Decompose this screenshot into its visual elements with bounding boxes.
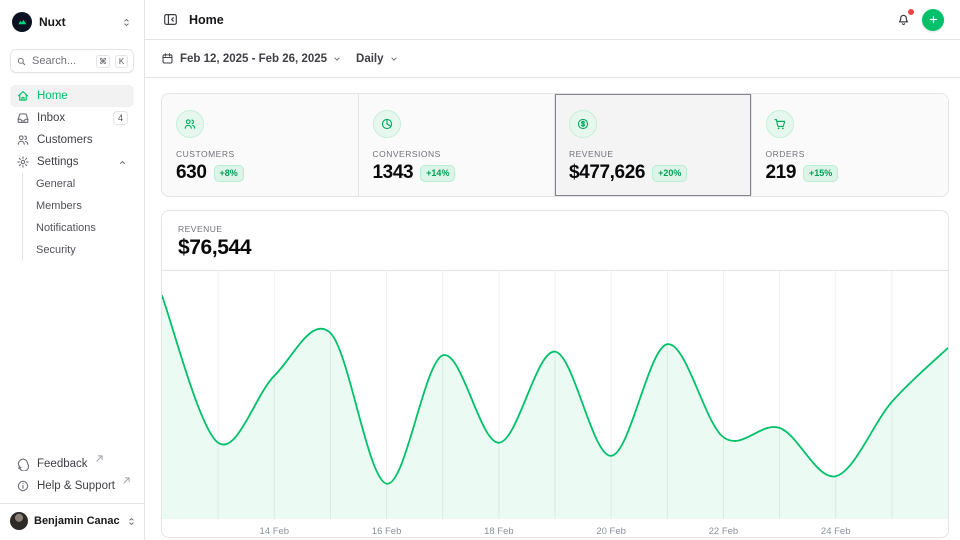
revenue-area-chart: 14 Feb 16 Feb 18 Feb 20 Feb 22 Feb 24 Feb	[162, 271, 948, 538]
granularity-label: Daily	[356, 53, 384, 65]
stat-label: REVENUE	[569, 149, 737, 159]
sidebar-item-label: Home	[37, 90, 128, 102]
stat-value: 1343	[373, 162, 414, 184]
kbd-k: K	[115, 55, 128, 68]
sidebar-item-inbox[interactable]: Inbox 4	[10, 107, 134, 129]
info-circle-icon	[16, 479, 30, 493]
filters-toolbar: Feb 12, 2025 - Feb 26, 2025 Daily	[145, 40, 960, 78]
settings-subnav: General Members Notifications Security	[22, 173, 134, 261]
kbd-meta: ⌘	[96, 55, 110, 68]
x-axis-tick-label: 18 Feb	[484, 526, 514, 537]
x-axis-tick-label: 20 Feb	[596, 526, 626, 537]
avatar	[10, 512, 28, 530]
stat-value: 219	[766, 162, 797, 184]
panel-left-close-icon	[163, 12, 178, 27]
stat-card-orders[interactable]: ORDERS 219 +15%	[752, 94, 949, 196]
search-input[interactable]: Search... ⌘ K	[10, 49, 134, 73]
chart-kicker-label: REVENUE	[178, 224, 932, 234]
notifications-button[interactable]	[894, 10, 913, 29]
notification-dot	[908, 9, 914, 15]
search-placeholder: Search...	[32, 55, 91, 67]
x-axis-tick-label: 22 Feb	[709, 526, 739, 537]
sidebar-item-settings[interactable]: Settings	[10, 151, 134, 173]
nuxt-logo-icon	[12, 12, 32, 32]
sidebar-item-security[interactable]: Security	[36, 239, 134, 261]
users-icon	[16, 133, 30, 147]
inbox-icon	[16, 111, 30, 125]
stat-label: ORDERS	[766, 149, 935, 159]
date-range-label: Feb 12, 2025 - Feb 26, 2025	[180, 53, 327, 65]
add-button[interactable]	[922, 9, 944, 31]
chart-body[interactable]: 14 Feb 16 Feb 18 Feb 20 Feb 22 Feb 24 Feb	[162, 271, 948, 538]
stat-label: CUSTOMERS	[176, 149, 344, 159]
x-axis-tick-label: 16 Feb	[372, 526, 402, 537]
stat-delta-badge: +8%	[214, 165, 244, 182]
chevron-down-icon	[389, 54, 399, 64]
plus-icon	[928, 14, 939, 25]
sidebar-item-label: Help & Support	[37, 480, 115, 492]
sidebar: Nuxt Search... ⌘ K Home	[0, 0, 145, 540]
granularity-select[interactable]: Daily	[356, 53, 399, 65]
calendar-icon	[161, 52, 174, 65]
shopping-cart-icon	[766, 110, 794, 138]
inbox-count-badge: 4	[113, 111, 128, 125]
stat-label: CONVERSIONS	[373, 149, 541, 159]
stat-card-revenue[interactable]: REVENUE $477,626 +20%	[555, 94, 752, 196]
external-link-icon	[96, 455, 103, 462]
chart-header: REVENUE $76,544	[162, 211, 948, 271]
page-title: Home	[189, 13, 224, 27]
x-axis-tick-label: 14 Feb	[259, 526, 289, 537]
x-axis-tick-label: 24 Feb	[821, 526, 851, 537]
sidebar-item-label: Feedback	[37, 458, 88, 470]
workspace-name: Nuxt	[39, 15, 114, 29]
stat-card-customers[interactable]: CUSTOMERS 630 +8%	[162, 94, 359, 196]
stat-delta-badge: +14%	[420, 165, 455, 182]
workspace-switcher[interactable]: Nuxt	[10, 8, 134, 36]
sidebar-item-feedback[interactable]: Feedback	[10, 453, 134, 475]
stat-value: $477,626	[569, 162, 645, 184]
sidebar-item-label: Settings	[37, 156, 110, 168]
sidebar-item-label: Inbox	[37, 112, 106, 124]
stats-row: CUSTOMERS 630 +8% CONVERSIONS 1343 +14%	[161, 93, 949, 197]
collapse-sidebar-button[interactable]	[161, 10, 180, 29]
stat-delta-badge: +15%	[803, 165, 838, 182]
chart-current-value: $76,544	[178, 236, 932, 260]
stat-value: 630	[176, 162, 207, 184]
gear-icon	[16, 155, 30, 169]
sidebar-item-home[interactable]: Home	[10, 85, 134, 107]
sidebar-item-notifications[interactable]: Notifications	[36, 217, 134, 239]
stat-delta-badge: +20%	[652, 165, 687, 182]
user-name: Benjamin Canac	[34, 515, 120, 527]
stat-card-conversions[interactable]: CONVERSIONS 1343 +14%	[359, 94, 556, 196]
user-menu[interactable]: Benjamin Canac	[0, 503, 144, 532]
sidebar-item-label: Customers	[37, 134, 128, 146]
sidebar-footer: Feedback Help & Support Benjamin Canac	[10, 453, 134, 532]
sidebar-nav: Home Inbox 4 Customers Settings	[10, 85, 134, 261]
main-panel: Home Feb 12, 2025 - Feb 26, 2025	[145, 0, 960, 540]
search-icon	[16, 56, 27, 67]
external-link-icon	[123, 477, 130, 484]
chevron-up-icon	[117, 157, 128, 168]
date-range-picker[interactable]: Feb 12, 2025 - Feb 26, 2025	[161, 52, 342, 65]
users-icon	[176, 110, 204, 138]
sidebar-item-members[interactable]: Members	[36, 195, 134, 217]
sidebar-item-customers[interactable]: Customers	[10, 129, 134, 151]
sidebar-item-help-support[interactable]: Help & Support	[10, 475, 134, 497]
chevrons-up-down-icon	[121, 17, 132, 28]
chevron-down-icon	[332, 54, 342, 64]
content-area: CUSTOMERS 630 +8% CONVERSIONS 1343 +14%	[145, 78, 960, 538]
pie-chart-icon	[373, 110, 401, 138]
revenue-chart-card: REVENUE $76,544 14 Feb 16 Feb 18 Feb 20 Feb…	[161, 210, 949, 538]
sidebar-item-general[interactable]: General	[36, 173, 134, 195]
chat-bubble-icon	[16, 457, 30, 471]
main-header: Home	[145, 0, 960, 40]
home-icon	[16, 89, 30, 103]
chevrons-up-down-icon	[126, 516, 137, 527]
app-window: Nuxt Search... ⌘ K Home	[0, 0, 960, 540]
circle-dollar-icon	[569, 110, 597, 138]
